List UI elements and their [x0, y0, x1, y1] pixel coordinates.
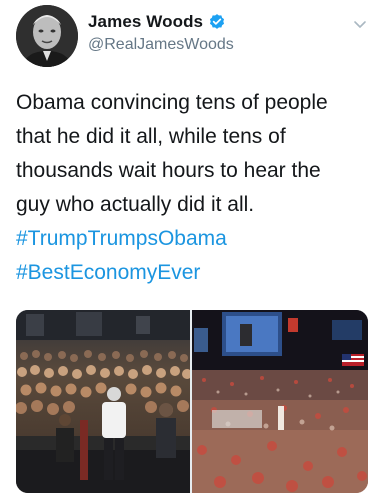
tweet-text-line: guy who actually did it all. — [16, 193, 255, 216]
author-name-row: James Woods — [88, 11, 226, 33]
tweet-text-line: Obama convincing tens of people — [16, 91, 328, 114]
hashtag-link[interactable]: #TrumpTrumpsObama — [16, 222, 372, 256]
display-name[interactable]: James Woods — [88, 12, 203, 32]
hashtag-link[interactable]: #BestEconomyEver — [16, 256, 372, 290]
chevron-down-icon[interactable] — [352, 16, 368, 32]
author-handle[interactable]: @RealJamesWoods — [88, 36, 234, 54]
avatar[interactable] — [16, 5, 78, 67]
avatar-image — [16, 5, 78, 67]
tweet-card: James Woods @RealJamesWoods Obama convin… — [0, 0, 384, 500]
verified-badge-icon — [208, 13, 226, 31]
media-grid — [16, 310, 368, 493]
rally-photo-arena[interactable] — [192, 310, 368, 493]
tweet-text: Obama convincing tens of people that he … — [16, 86, 372, 290]
rally-photo-obama[interactable] — [16, 310, 190, 493]
tweet-text-line: thousands wait hours to hear the — [16, 159, 321, 182]
tweet-text-line: that he did it all, while tens of — [16, 125, 286, 148]
